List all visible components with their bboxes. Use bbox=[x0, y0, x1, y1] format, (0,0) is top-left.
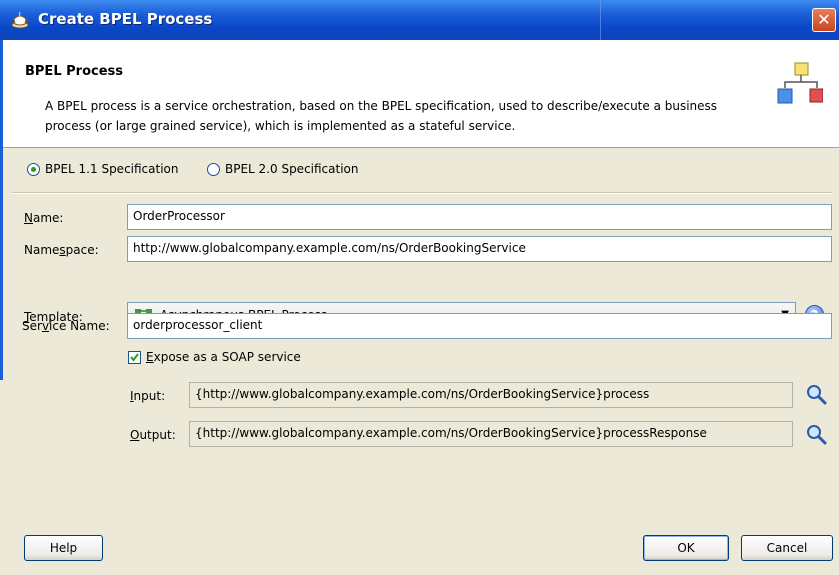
close-icon: ✕ bbox=[817, 10, 831, 29]
header-title: BPEL Process bbox=[25, 64, 123, 79]
name-label: Name: bbox=[24, 211, 64, 225]
title-bar[interactable]: Create BPEL Process ✕ bbox=[0, 0, 839, 40]
ok-button[interactable]: OK bbox=[643, 535, 729, 561]
output-field[interactable]: {http://www.globalcompany.example.com/ns… bbox=[189, 421, 793, 447]
input-field[interactable]: {http://www.globalcompany.example.com/ns… bbox=[189, 382, 793, 408]
window-title: Create BPEL Process bbox=[38, 10, 213, 28]
namespace-label: Namespace: bbox=[24, 243, 99, 257]
expose-soap-checkbox[interactable] bbox=[128, 351, 141, 364]
search-icon[interactable] bbox=[805, 423, 827, 445]
close-button[interactable]: ✕ bbox=[812, 8, 836, 32]
spec-radio-bpel20[interactable] bbox=[207, 163, 220, 176]
spec-label-bpel11: BPEL 1.1 Specification bbox=[45, 162, 179, 176]
header-description: A BPEL process is a service orchestratio… bbox=[45, 99, 718, 133]
spec-label-bpel20: BPEL 2.0 Specification bbox=[225, 162, 359, 176]
divider bbox=[12, 192, 832, 194]
process-diagram-icon bbox=[777, 62, 823, 104]
service-name-input[interactable]: orderprocessor_client bbox=[127, 313, 832, 339]
title-divider bbox=[600, 0, 601, 40]
expose-soap-label: Expose as a SOAP service bbox=[146, 350, 301, 364]
cancel-button[interactable]: Cancel bbox=[741, 535, 833, 561]
spec-radio-bpel11[interactable] bbox=[27, 163, 40, 176]
service-name-label: Service Name: bbox=[22, 319, 110, 333]
namespace-input[interactable]: http://www.globalcompany.example.com/ns/… bbox=[127, 236, 832, 262]
search-icon[interactable] bbox=[805, 383, 827, 405]
input-label: Input: bbox=[130, 389, 166, 403]
help-button[interactable]: Help bbox=[24, 535, 103, 561]
output-label: Output: bbox=[130, 428, 176, 442]
header-panel: BPEL Process A BPEL process is a service… bbox=[3, 40, 839, 148]
name-input[interactable]: OrderProcessor bbox=[127, 204, 832, 230]
checkmark-icon bbox=[130, 353, 139, 362]
bpel-cup-icon bbox=[11, 11, 29, 29]
